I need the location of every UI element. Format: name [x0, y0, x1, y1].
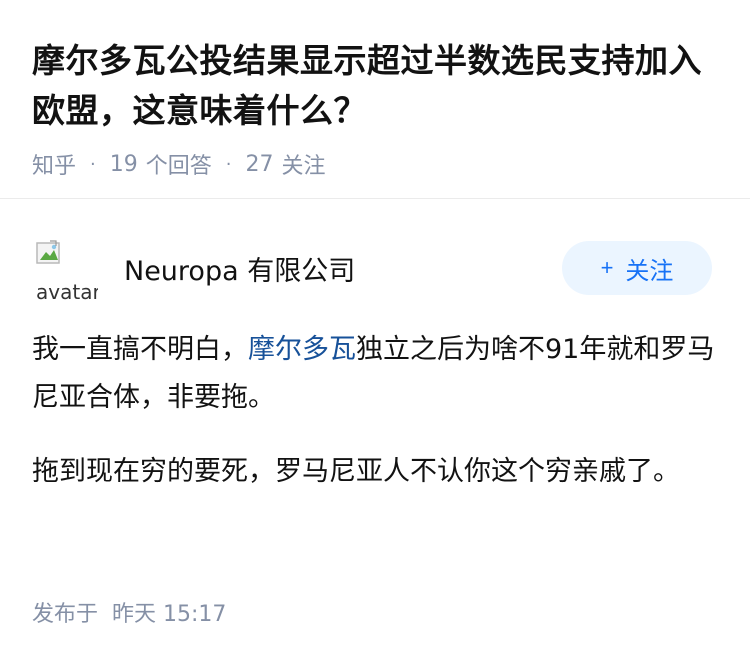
publish-label: 发布于	[32, 602, 99, 627]
answer-count-label[interactable]: 个回答	[146, 148, 212, 180]
publish-datetime: 昨天 15:17	[112, 602, 227, 627]
topic-link[interactable]: 摩尔多瓦	[248, 334, 356, 365]
broken-image-icon	[36, 240, 60, 264]
content-paragraph: 我一直搞不明白，摩尔多瓦独立之后为啥不91年就和罗马尼亚合体，非要拖。	[32, 326, 718, 422]
question-title[interactable]: 摩尔多瓦公投结果显示超过半数选民支持加入欧盟，这意味着什么？	[32, 36, 718, 136]
follow-button-label: 关注	[625, 257, 674, 285]
section-divider	[0, 198, 750, 199]
answer-count: 19	[109, 151, 138, 177]
paragraph-text: 我一直搞不明白，	[32, 334, 248, 365]
avatar-alt-text: avatar	[36, 280, 98, 300]
content-paragraph: 拖到现在穷的要死，罗马尼亚人不认你这个穷亲戚了。	[32, 456, 680, 487]
answer-content: 我一直搞不明白，摩尔多瓦独立之后为啥不91年就和罗马尼亚合体，非要拖。 拖到现在…	[32, 326, 718, 496]
author-name[interactable]: Neuropa 有限公司	[124, 249, 562, 288]
plus-icon: +	[600, 255, 614, 280]
meta-separator: ·	[90, 153, 96, 175]
question-header: 摩尔多瓦公投结果显示超过半数选民支持加入欧盟，这意味着什么？ 知乎 · 19 个…	[0, 0, 750, 180]
source-label[interactable]: 知乎	[32, 148, 76, 180]
answer-card: avatar Neuropa 有限公司 + 关注 我一直搞不明白，摩尔多瓦独立之…	[32, 236, 718, 522]
author-row: avatar Neuropa 有限公司 + 关注	[32, 236, 718, 300]
question-meta: 知乎 · 19 个回答 · 27 关注	[32, 148, 718, 180]
follow-button[interactable]: + 关注	[562, 241, 712, 295]
avatar[interactable]: avatar	[32, 236, 98, 300]
meta-separator: ·	[225, 153, 232, 175]
follow-count-label: 关注	[281, 154, 326, 179]
publish-time: 发布于 昨天 15:17	[32, 596, 226, 628]
follow-count: 27	[245, 151, 274, 177]
